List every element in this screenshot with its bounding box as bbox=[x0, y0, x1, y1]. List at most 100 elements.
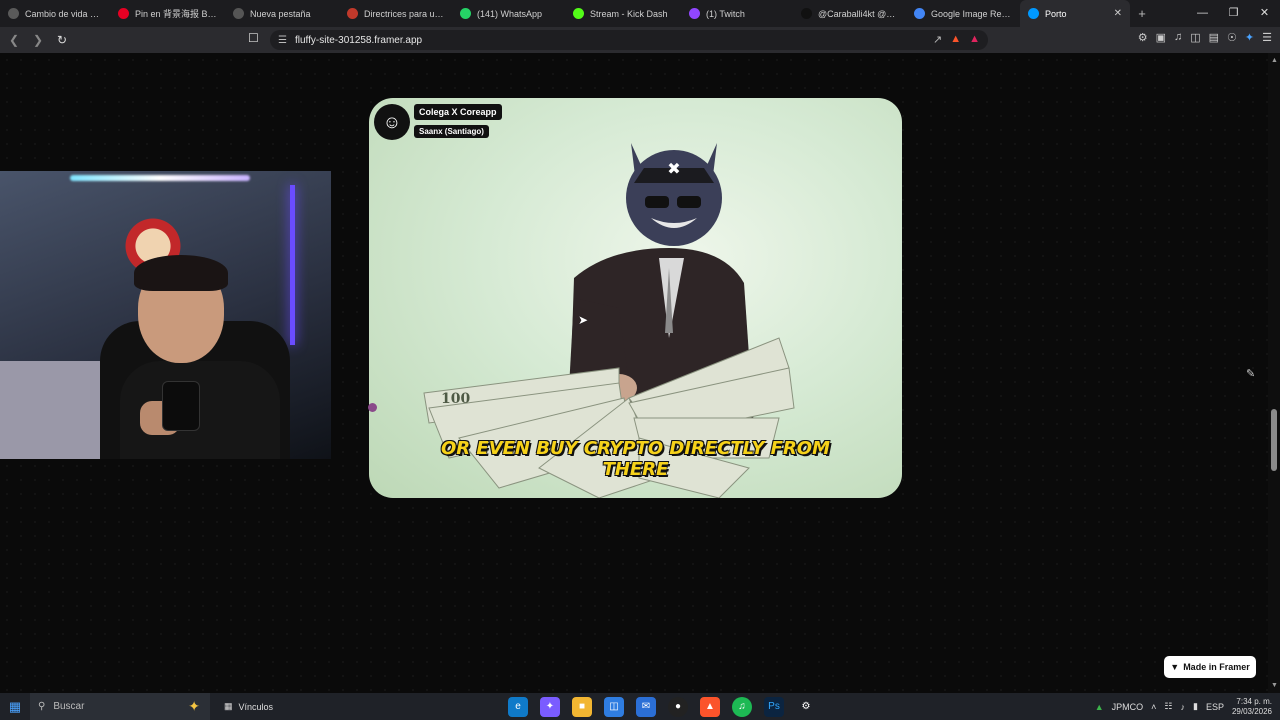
tab-label: @Caraballi4kt @El Piki bbox=[818, 8, 898, 19]
store-icon[interactable]: ◫ bbox=[604, 696, 624, 717]
browser-tab[interactable]: Directrices para usuari bbox=[339, 0, 452, 27]
address-bar[interactable]: ☰ fluffy-site-301258.framer.app ↗ ▲ ▲ bbox=[270, 30, 988, 50]
video-title: Colega X Coreapp bbox=[414, 104, 502, 120]
scroll-down-icon[interactable]: ▼ bbox=[1271, 682, 1278, 689]
tab-label: Nueva pestaña bbox=[250, 8, 311, 19]
whatsapp-icon bbox=[460, 8, 471, 19]
tab-label: Directrices para usuari bbox=[364, 8, 444, 19]
brave-shields-icon[interactable]: ▲ bbox=[950, 33, 961, 46]
taskbar-search[interactable]: ⚲ Buscar ✦ bbox=[30, 693, 210, 720]
settings-icon[interactable]: ⚙ bbox=[796, 697, 816, 717]
clock-time: 7:34 p. m. bbox=[1236, 696, 1272, 706]
widgets-icon: ▦ bbox=[224, 701, 233, 711]
menu-icon[interactable]: ☰ bbox=[1262, 31, 1272, 44]
tab-label: Cambio de vida en vivo bbox=[25, 8, 102, 19]
channel-avatar[interactable]: ☺ bbox=[374, 104, 410, 140]
volume-icon[interactable]: ♪ bbox=[1180, 702, 1185, 712]
edit-icon[interactable]: ✎ bbox=[1246, 367, 1260, 381]
tray-chevron-icon[interactable]: ˄ bbox=[1151, 702, 1156, 712]
copilot-sparkle-icon: ✦ bbox=[188, 698, 200, 714]
tab-label: (141) WhatsApp bbox=[477, 8, 543, 19]
browser-tab[interactable]: @Caraballi4kt @El Piki bbox=[793, 0, 906, 27]
site-settings-icon[interactable]: ☰ bbox=[278, 35, 287, 46]
globe-icon bbox=[8, 8, 19, 19]
framer-logo-icon: ▼ bbox=[1170, 662, 1180, 672]
battery-icon[interactable]: ▮ bbox=[1193, 701, 1198, 712]
scroll-up-icon[interactable]: ▲ bbox=[1271, 57, 1278, 64]
url-text: fluffy-site-301258.framer.app bbox=[294, 34, 423, 46]
vpn-icon[interactable]: ☉ bbox=[1227, 31, 1237, 44]
system-tray: ▲ JPMCO ˄ ☷ ♪ ▮ ESP 7:34 p. m. 29/03/202… bbox=[1095, 693, 1272, 720]
new-tab-icon[interactable]: + bbox=[1130, 6, 1154, 21]
close-tab-icon[interactable]: ✕ bbox=[1114, 8, 1122, 19]
copilot-icon[interactable]: ✦ bbox=[540, 696, 560, 717]
browser-tab-bar: Cambio de vida en vivo Pin en 背景海报 Backg N… bbox=[0, 0, 1280, 27]
window-controls: — ❐ ✕ bbox=[1187, 0, 1280, 27]
ai-icon[interactable]: ✦ bbox=[1245, 31, 1254, 44]
music-icon[interactable]: ♫ bbox=[1174, 31, 1182, 44]
phone-icon bbox=[162, 381, 200, 431]
page-scrollbar[interactable]: ▲ ▼ bbox=[1268, 53, 1280, 693]
network-icon[interactable]: ☷ bbox=[1164, 701, 1172, 712]
tab-label: Stream - Kick Dash bbox=[590, 8, 668, 19]
browser-tab[interactable]: Porto ✕ bbox=[1020, 0, 1130, 27]
file-explorer-icon[interactable]: ■ bbox=[572, 696, 592, 717]
browser-tab[interactable]: (1) Twitch bbox=[681, 0, 793, 27]
wallet-icon[interactable]: ▤ bbox=[1209, 31, 1219, 44]
windows-start-icon[interactable]: ▦ bbox=[0, 699, 30, 715]
pinned-apps: e ✦ ■ ◫ ✉ ● ▲ ♫ Ps ⚙ bbox=[508, 693, 816, 720]
browser-toolbar: ❮ ❯ ↻ ☐ ☰ fluffy-site-301258.framer.app … bbox=[0, 27, 1280, 53]
sidebar-icon[interactable]: ◫ bbox=[1190, 31, 1200, 44]
mouse-cursor-icon: ➤ bbox=[578, 313, 589, 327]
scroll-thumb[interactable] bbox=[1271, 409, 1277, 471]
webcam-overlay bbox=[0, 171, 331, 459]
system-clock[interactable]: 7:34 p. m. 29/03/2026 bbox=[1232, 697, 1272, 717]
stock-trend-icon: ▲ bbox=[1094, 701, 1104, 712]
obs-icon[interactable]: ● bbox=[668, 696, 688, 717]
search-icon: ⚲ bbox=[38, 701, 46, 712]
restore-icon[interactable]: ❐ bbox=[1218, 0, 1249, 27]
puzzle-icon[interactable]: ⚙ bbox=[1138, 31, 1148, 44]
photoshop-icon[interactable]: Ps bbox=[764, 696, 784, 717]
close-window-icon[interactable]: ✕ bbox=[1249, 0, 1280, 27]
language-indicator[interactable]: ESP bbox=[1206, 702, 1224, 712]
browser-tab[interactable]: Cambio de vida en vivo bbox=[0, 0, 110, 27]
svg-text:100: 100 bbox=[441, 391, 470, 407]
tab-label: Porto bbox=[1045, 8, 1067, 19]
framer-icon bbox=[1028, 8, 1039, 19]
windows-taskbar: ▦ ⚲ Buscar ✦ ▦ Vínculos e ✦ ■ ◫ ✉ ● ▲ ♫ … bbox=[0, 693, 1280, 720]
forward-icon[interactable]: ❯ bbox=[28, 30, 48, 50]
browser-tab[interactable]: Stream - Kick Dash bbox=[565, 0, 681, 27]
bookmark-icon[interactable]: ☐ bbox=[248, 31, 259, 45]
tiktok-icon bbox=[801, 8, 812, 19]
page-canvas: ✖ 100 ☺ Colega X Coreapp Saanx (Santiago… bbox=[0, 53, 1268, 693]
kick-icon bbox=[573, 8, 584, 19]
google-icon bbox=[914, 8, 925, 19]
brave-rewards-icon[interactable]: ▲ bbox=[969, 33, 980, 46]
stock-label[interactable]: JPMCO bbox=[1112, 702, 1144, 712]
video-card[interactable]: ✖ 100 ☺ Colega X Coreapp Saanx (Santiago… bbox=[369, 98, 902, 498]
widgets-button[interactable]: ▦ Vínculos bbox=[224, 701, 273, 712]
mail-icon[interactable]: ✉ bbox=[636, 696, 656, 717]
screenshot-icon[interactable]: ▣ bbox=[1156, 31, 1166, 44]
made-in-framer-badge[interactable]: ▼ Made in Framer bbox=[1164, 656, 1256, 678]
clock-date: 29/03/2026 bbox=[1231, 706, 1272, 716]
spotify-icon[interactable]: ♫ bbox=[732, 696, 752, 717]
badge-label: Made in Framer bbox=[1183, 662, 1250, 672]
streamer bbox=[120, 251, 280, 459]
share-icon[interactable]: ↗ bbox=[933, 33, 942, 46]
browser-tab[interactable]: Pin en 背景海报 Backg bbox=[110, 0, 225, 27]
brave-icon[interactable]: ▲ bbox=[700, 696, 720, 717]
video-subtitle: Saanx (Santiago) bbox=[414, 125, 489, 138]
browser-tab[interactable]: (141) WhatsApp bbox=[452, 0, 565, 27]
tab-label: Pin en 背景海报 Backg bbox=[135, 9, 217, 19]
browser-tab[interactable]: Nueva pestaña bbox=[225, 0, 339, 27]
edge-icon[interactable]: e bbox=[508, 696, 528, 717]
browser-tab[interactable]: Google Image Result bbox=[906, 0, 1020, 27]
minimize-icon[interactable]: — bbox=[1187, 0, 1218, 27]
back-icon[interactable]: ❮ bbox=[4, 30, 24, 50]
widgets-label: Vínculos bbox=[238, 701, 274, 712]
drag-handle[interactable] bbox=[368, 403, 377, 412]
reload-icon[interactable]: ↻ bbox=[52, 30, 72, 50]
twitch-icon bbox=[689, 8, 700, 19]
